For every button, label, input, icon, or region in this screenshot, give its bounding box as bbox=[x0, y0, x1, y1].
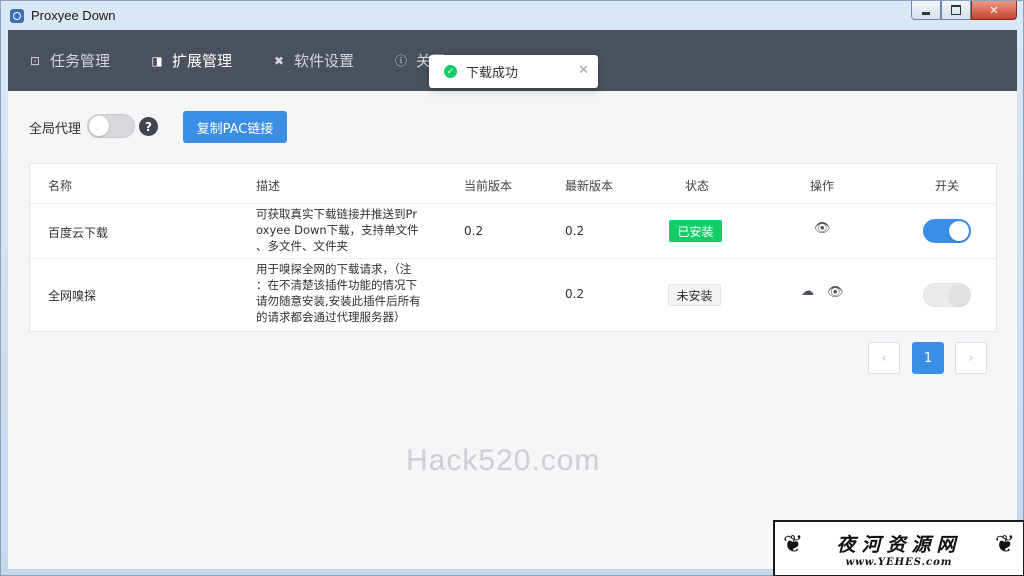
prev-page-button[interactable]: ‹ bbox=[868, 342, 900, 374]
extensions-table: 名称 描述 当前版本 最新版本 状态 操作 开关 百度云下载 可获取真实下载链接… bbox=[29, 163, 997, 332]
ornament-icon: ❦ bbox=[783, 530, 804, 558]
extension-description: 可获取真实下载链接并推送到Pr oxyee Down下载，支持单文件 、多文件、… bbox=[256, 206, 432, 254]
extension-name: 全网嗅探 bbox=[48, 289, 97, 303]
page-number-button[interactable]: 1 bbox=[912, 342, 944, 374]
table-row: 百度云下载 可获取真实下载链接并推送到Pr oxyee Down下载，支持单文件… bbox=[30, 204, 996, 259]
nav-item-settings[interactable]: ✖ 软件设置 bbox=[252, 30, 374, 91]
site-logo: ❦ ❦ 夜河资源网 www.YEHES.com bbox=[773, 520, 1024, 576]
download-box-icon: ⊡ bbox=[29, 53, 41, 68]
cloud-download-icon[interactable]: ☁ bbox=[801, 284, 814, 299]
toast-message: 下载成功 bbox=[466, 66, 519, 81]
success-toast: ✓ 下载成功 ✕ bbox=[429, 55, 598, 88]
tools-icon: ✖ bbox=[274, 53, 285, 68]
switch-knob bbox=[949, 221, 969, 241]
latest-version: 0.2 bbox=[565, 287, 585, 301]
column-header-name: 名称 bbox=[48, 179, 73, 193]
column-header-toggle: 开关 bbox=[935, 179, 960, 193]
column-header-description: 描述 bbox=[256, 179, 281, 193]
table-header: 名称 描述 当前版本 最新版本 状态 操作 开关 bbox=[30, 164, 996, 204]
extension-toggle-switch[interactable] bbox=[923, 283, 971, 307]
app-window: Proxyee Down ✕ ⊡ 任务管理 ◨ 扩展管理 ✖ 软件设置 ⓘ 关于 bbox=[0, 0, 1024, 576]
view-eye-icon[interactable]: 👁 bbox=[814, 221, 831, 236]
copy-pac-link-button[interactable]: 复制PAC链接 bbox=[183, 111, 287, 143]
client-area: ⊡ 任务管理 ◨ 扩展管理 ✖ 软件设置 ⓘ 关于 ✓ 下载成功 ✕ 全局代理 bbox=[8, 30, 1017, 569]
maximize-button[interactable] bbox=[941, 1, 971, 20]
nav-item-label: 软件设置 bbox=[294, 52, 355, 70]
extension-toggle-switch[interactable] bbox=[923, 219, 971, 243]
watermark-text: Hack520.com bbox=[406, 444, 601, 477]
title-bar: Proxyee Down ✕ bbox=[1, 1, 1023, 30]
window-title: Proxyee Down bbox=[31, 8, 116, 23]
extension-description: 用于嗅探全网的下载请求，（注 ：在不清楚该插件功能的情况下 请勿随意安装,安装此… bbox=[256, 261, 432, 325]
description-line: 、多文件、文件夹 bbox=[256, 239, 348, 253]
global-proxy-label: 全局代理 bbox=[29, 122, 82, 137]
switch-knob bbox=[89, 116, 109, 136]
check-circle-icon: ✓ bbox=[444, 65, 457, 78]
status-badge: 已安装 bbox=[669, 220, 722, 242]
description-line: 可获取真实下载链接并推送到Pr bbox=[256, 207, 417, 221]
description-line: ：在不清楚该插件功能的情况下 bbox=[256, 278, 417, 292]
column-header-actions: 操作 bbox=[810, 179, 835, 193]
status-badge: 未安装 bbox=[668, 284, 721, 306]
switch-knob bbox=[949, 285, 969, 305]
description-line: 的请求都会通过代理服务器） bbox=[256, 310, 406, 324]
latest-version: 0.2 bbox=[565, 224, 585, 238]
nav-item-tasks[interactable]: ⊡ 任务管理 bbox=[8, 30, 130, 91]
table-row: 全网嗅探 用于嗅探全网的下载请求，（注 ：在不清楚该插件功能的情况下 请勿随意安… bbox=[30, 259, 996, 331]
app-logo-icon bbox=[10, 8, 24, 23]
next-page-button[interactable]: › bbox=[955, 342, 987, 374]
global-proxy-switch[interactable] bbox=[87, 114, 135, 138]
current-version: 0.2 bbox=[464, 224, 484, 238]
ornament-icon: ❦ bbox=[994, 530, 1015, 558]
nav-item-extensions[interactable]: ◨ 扩展管理 bbox=[130, 30, 252, 91]
nav-item-label: 任务管理 bbox=[50, 52, 111, 70]
description-line: oxyee Down下载，支持单文件 bbox=[256, 223, 419, 237]
nav-item-label: 扩展管理 bbox=[172, 52, 233, 70]
column-header-latest-version: 最新版本 bbox=[565, 179, 614, 193]
site-logo-name: 夜河资源网 bbox=[836, 533, 962, 556]
toast-close-icon[interactable]: ✕ bbox=[578, 63, 589, 78]
column-header-current-version: 当前版本 bbox=[464, 179, 513, 193]
close-window-button[interactable]: ✕ bbox=[971, 1, 1017, 20]
minimize-button[interactable] bbox=[911, 1, 941, 20]
info-icon: ⓘ bbox=[395, 54, 408, 68]
extension-name: 百度云下载 bbox=[48, 226, 109, 240]
help-icon[interactable]: ? bbox=[139, 117, 158, 136]
view-eye-icon[interactable]: 👁 bbox=[827, 285, 844, 300]
extension-icon: ◨ bbox=[151, 53, 163, 68]
site-logo-url: www.YEHES.com bbox=[845, 556, 953, 568]
description-line: 用于嗅探全网的下载请求，（注 bbox=[256, 262, 412, 276]
column-header-status: 状态 bbox=[685, 179, 710, 193]
window-controls: ✕ bbox=[911, 1, 1017, 20]
description-line: 请勿随意安装,安装此插件后所有 bbox=[256, 294, 421, 308]
